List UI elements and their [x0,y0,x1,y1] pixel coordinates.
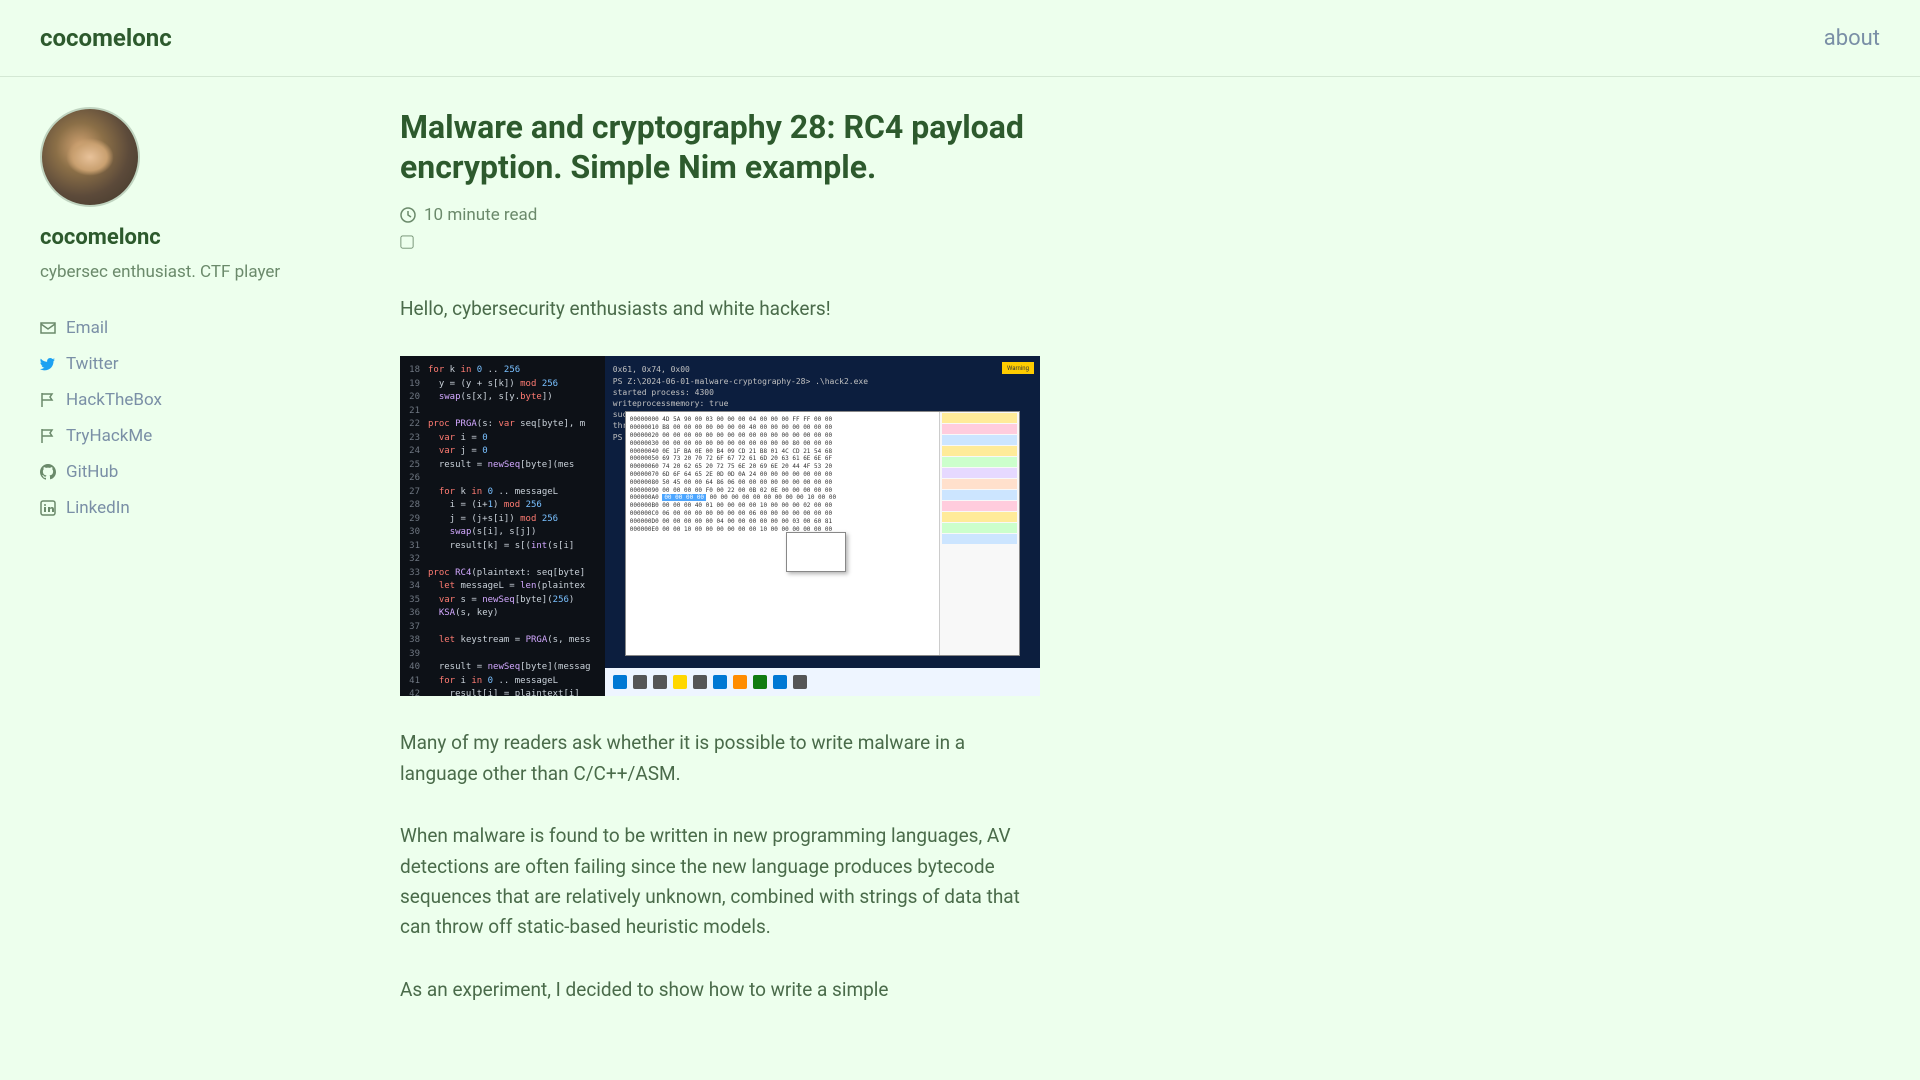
flag-icon [40,428,56,444]
social-link-label: Twitter [66,354,118,374]
article-title: Malware and cryptography 28: RC4 payload… [400,107,1040,187]
site-title[interactable]: cocomelonc [40,24,172,52]
taskbar-icon [653,675,667,689]
email-icon [40,320,56,336]
social-link-twitter[interactable]: Twitter [40,346,340,382]
author-avatar[interactable] [40,107,140,207]
warning-badge: Warning [1002,362,1034,374]
hex-dump: 00000000 4D 5A 90 00 03 00 00 00 04 00 0… [626,412,939,655]
taskbar-icon [613,675,627,689]
social-link-label: HackTheBox [66,390,162,410]
article-content: Malware and cryptography 28: RC4 payload… [400,107,1040,1037]
taskbar-icon [733,675,747,689]
author-sidebar: cocomelonc cybersec enthusiast. CTF play… [40,107,340,1037]
read-time: 10 minute read [400,205,1040,225]
dialog-box [786,532,846,572]
clock-icon [400,207,416,223]
author-name: cocomelonc [40,225,340,250]
read-time-text: 10 minute read [424,205,537,225]
taskbar-icon [693,675,707,689]
taskbar-icon [673,675,687,689]
article-screenshot: 18for k in 0 .. 256 19 y = (y + s[k]) mo… [400,356,1040,696]
article-paragraph: As an experiment, I decided to show how … [400,975,1040,1005]
social-links-list: Email Twitter HackTheBox TryHackMe [40,310,340,526]
terminal-panel: Warning 0x61, 0x74, 0x00 PS Z:\2024-06-0… [605,356,1040,696]
github-icon [40,464,56,480]
social-link-label: GitHub [66,462,118,482]
social-link-tryhackme[interactable]: TryHackMe [40,418,340,454]
main-container: cocomelonc cybersec enthusiast. CTF play… [0,77,1920,1037]
share-icon[interactable] [400,233,414,254]
flag-icon [40,392,56,408]
social-link-github[interactable]: GitHub [40,454,340,490]
site-header: cocomelonc about [0,0,1920,77]
taskbar-icon [773,675,787,689]
social-link-label: Email [66,318,108,338]
windows-taskbar [605,668,1040,696]
color-sidebar [939,412,1019,655]
linkedin-icon [40,500,56,516]
taskbar-icon [793,675,807,689]
social-link-email[interactable]: Email [40,310,340,346]
author-bio: cybersec enthusiast. CTF player [40,262,340,282]
social-link-linkedin[interactable]: LinkedIn [40,490,340,526]
taskbar-icon [633,675,647,689]
code-editor-panel: 18for k in 0 .. 256 19 y = (y + s[k]) mo… [400,356,605,696]
article-body: Hello, cybersecurity enthusiasts and whi… [400,294,1040,1005]
article-paragraph: Many of my readers ask whether it is pos… [400,728,1040,789]
social-link-label: LinkedIn [66,498,130,518]
social-link-hackthebox[interactable]: HackTheBox [40,382,340,418]
nav-about-link[interactable]: about [1824,26,1880,51]
taskbar-icon [713,675,727,689]
social-link-label: TryHackMe [66,426,152,446]
article-paragraph: When malware is found to be written in n… [400,821,1040,943]
hex-editor-window: 00000000 4D 5A 90 00 03 00 00 00 04 00 0… [625,411,1020,656]
twitter-icon [40,356,56,372]
taskbar-icon [753,675,767,689]
article-paragraph: Hello, cybersecurity enthusiasts and whi… [400,294,1040,324]
